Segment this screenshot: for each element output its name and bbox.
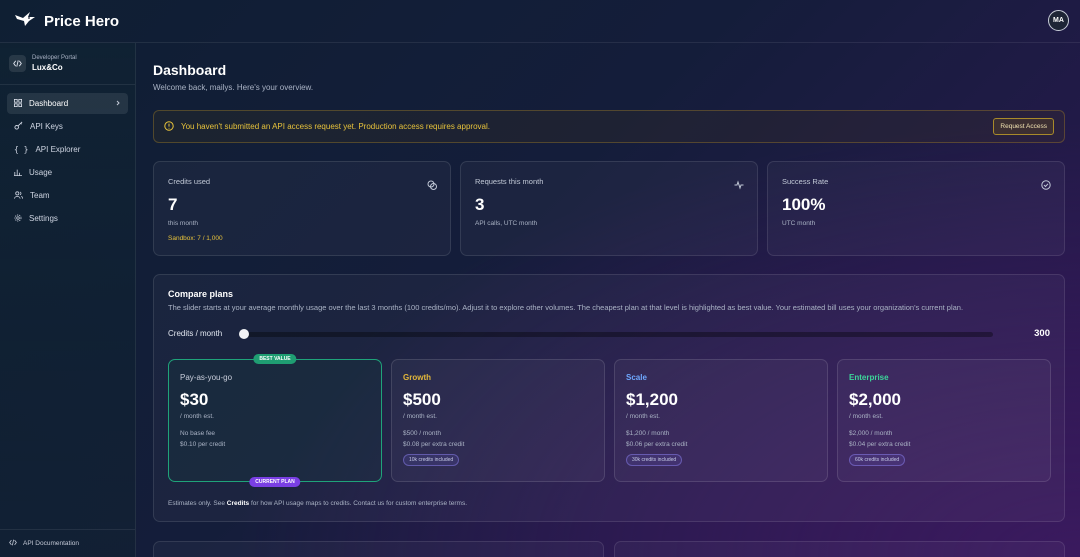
credits-included-chip: 60k credits included: [849, 454, 906, 466]
stat-value: 3: [475, 195, 485, 214]
stat-card-credits: Credits used 7 this month Sandbox: 7 / 1…: [153, 161, 451, 256]
stat-label: Credits used: [168, 177, 211, 186]
user-avatar[interactable]: MA: [1048, 10, 1069, 31]
stat-label: Requests this month: [475, 177, 544, 186]
credits-slider[interactable]: [239, 329, 993, 339]
compare-plans-description: The slider starts at your average monthl…: [168, 303, 964, 312]
plan-name: Pay-as-you-go: [180, 373, 233, 382]
plan-name: Growth: [403, 373, 431, 382]
braces-icon: { }: [14, 145, 29, 154]
sidebar: Developer Portal Lux&Co Dashboard API Ke…: [0, 43, 136, 557]
org-label: Developer Portal: [32, 55, 77, 61]
api-documentation-link[interactable]: API Documentation: [0, 529, 135, 557]
brand-name: Price Hero: [44, 12, 120, 30]
plan-card-pay-as-you-go[interactable]: BEST VALUE Pay-as-you-go $30 / month est…: [168, 354, 382, 487]
warning-circle-icon: [164, 118, 174, 136]
plan-line: $0.10 per credit: [180, 441, 226, 448]
plan-name: Enterprise: [849, 373, 889, 382]
stat-note: API calls, UTC month: [475, 220, 538, 227]
current-plan-badge: CURRENT PLAN: [249, 477, 301, 487]
sidebar-item-settings[interactable]: Settings: [7, 208, 128, 229]
plan-est: / month est.: [403, 413, 437, 420]
access-alert: You haven't submitted an API access requ…: [153, 110, 1065, 143]
top-bar: Price Hero MA: [0, 0, 1080, 43]
footnote-text: for how API usage maps to credits. Conta…: [249, 500, 468, 507]
plan-price: $2,000: [849, 390, 901, 409]
sidebar-item-label: Usage: [29, 168, 53, 177]
plan-price: $30: [180, 390, 209, 409]
org-switcher[interactable]: Developer Portal Lux&Co: [0, 43, 135, 85]
credits-included-chip: 30k credits included: [626, 454, 683, 466]
sidebar-item-usage[interactable]: Usage: [7, 162, 128, 183]
gear-icon: [14, 214, 22, 224]
users-icon: [14, 190, 23, 201]
check-circle-icon: [1041, 177, 1051, 195]
slider-value: 300: [1034, 328, 1050, 339]
plan-name: Scale: [626, 373, 647, 382]
plan-line: No base fee: [180, 430, 216, 437]
credits-link[interactable]: Credits: [227, 500, 249, 507]
plan-line: $0.06 per extra credit: [626, 441, 688, 448]
sandbox-quota: Sandbox: 7 / 1,000: [168, 235, 223, 242]
plan-price: $500: [403, 390, 441, 409]
credits-included-chip: 10k credits included: [403, 454, 460, 466]
slider-label: Credits / month: [168, 329, 223, 338]
stat-card-success-rate: Success Rate 100% UTC month: [767, 161, 1065, 256]
plan-line: $500 / month: [403, 430, 441, 437]
request-access-button[interactable]: Request Access: [993, 118, 1054, 135]
bird-logo-icon: [14, 11, 36, 32]
sidebar-item-dashboard[interactable]: Dashboard: [7, 93, 128, 114]
stat-value: 7: [168, 195, 178, 214]
plan-est: / month est.: [626, 413, 660, 420]
sidebar-item-label: Team: [30, 191, 50, 200]
sidebar-item-api-keys[interactable]: API Keys: [7, 116, 128, 137]
plan-line: $1,200 / month: [626, 430, 670, 437]
chevron-right-icon: [115, 99, 121, 108]
plan-line: $2,000 / month: [849, 430, 893, 437]
page-title: Dashboard: [153, 62, 227, 78]
plan-price: $1,200: [626, 390, 678, 409]
alert-message: You haven't submitted an API access requ…: [181, 122, 490, 131]
key-icon: [14, 121, 23, 132]
bottom-card-left: [153, 541, 604, 557]
bottom-card-right: [614, 541, 1065, 557]
sidebar-nav: Dashboard API Keys { } API Explorer Usag…: [0, 85, 135, 229]
code-icon: [9, 55, 26, 72]
plan-card-growth[interactable]: Growth $500 / month est. $500 / month $0…: [391, 359, 605, 482]
api-documentation-label: API Documentation: [23, 540, 80, 547]
bar-chart-icon: [14, 168, 22, 178]
activity-icon: [734, 177, 744, 195]
plan-line: $0.04 per extra credit: [849, 441, 911, 448]
stat-card-requests: Requests this month 3 API calls, UTC mon…: [460, 161, 758, 256]
footnote-text: Estimates only. See: [168, 500, 227, 507]
compare-plans-card: Compare plans The slider starts at your …: [153, 274, 1065, 522]
page-subtitle: Welcome back, mailys. Here's your overvi…: [153, 83, 314, 92]
sidebar-item-label: API Keys: [30, 122, 63, 131]
org-name: Lux&Co: [32, 63, 63, 72]
brand[interactable]: Price Hero: [14, 11, 119, 32]
plan-card-enterprise[interactable]: Enterprise $2,000 / month est. $2,000 / …: [837, 359, 1051, 482]
sidebar-item-team[interactable]: Team: [7, 185, 128, 206]
slider-thumb[interactable]: [239, 329, 249, 339]
plan-line: $0.08 per extra credit: [403, 441, 465, 448]
sidebar-item-label: Settings: [29, 214, 58, 223]
stat-note: UTC month: [782, 220, 816, 227]
sidebar-item-label: API Explorer: [35, 145, 81, 154]
compare-plans-footnote: Estimates only. See Credits for how API …: [168, 500, 467, 507]
stat-note: this month: [168, 220, 198, 227]
code-icon: [9, 539, 17, 548]
plan-card-scale[interactable]: Scale $1,200 / month est. $1,200 / month…: [614, 359, 828, 482]
sidebar-item-label: Dashboard: [29, 99, 69, 108]
best-value-badge: BEST VALUE: [253, 354, 297, 364]
coins-icon: [427, 177, 437, 195]
sidebar-item-api-explorer[interactable]: { } API Explorer: [7, 139, 128, 160]
plan-est: / month est.: [849, 413, 883, 420]
stat-label: Success Rate: [782, 177, 829, 186]
stat-value: 100%: [782, 195, 826, 214]
dashboard-icon: [14, 98, 22, 109]
compare-plans-title: Compare plans: [168, 289, 234, 299]
plan-est: / month est.: [180, 413, 214, 420]
